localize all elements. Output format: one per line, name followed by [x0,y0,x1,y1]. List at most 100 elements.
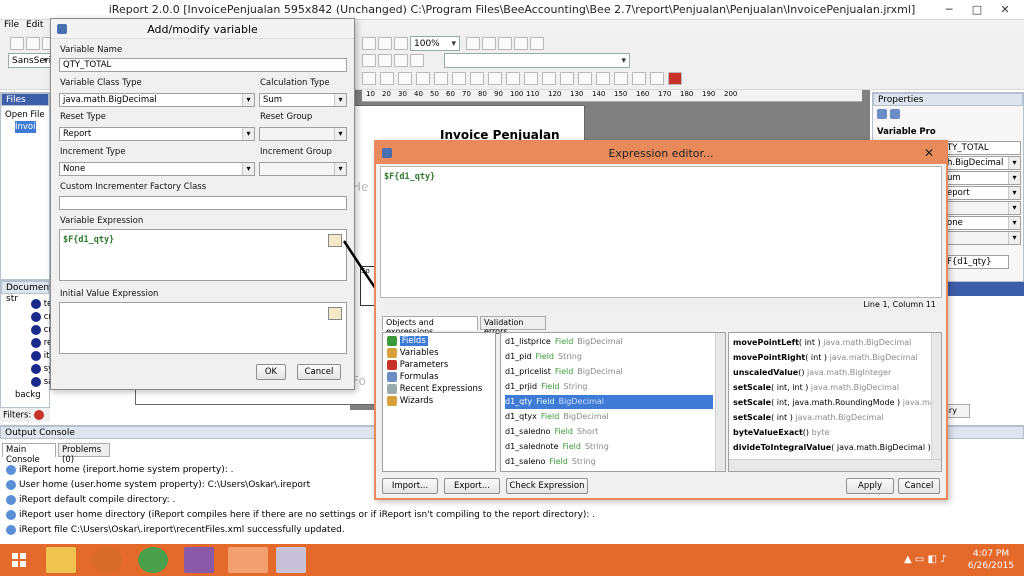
minimize-icon[interactable]: ─ [936,2,962,17]
method-row[interactable]: setScale( int ) java.math.BigDecimal [733,410,884,425]
field-row[interactable]: d1_listprice Field BigDecimal [505,335,713,349]
property-reset-value[interactable]: eport [943,186,1021,200]
align-icon[interactable] [488,72,502,85]
ok-button[interactable]: OK [256,364,286,380]
files-invoice-item[interactable]: Invoi [15,121,36,133]
align-icon[interactable] [380,72,394,85]
reset-group-select[interactable] [259,127,347,141]
field-list-scrollbar[interactable] [715,333,725,471]
run-icon[interactable] [514,37,528,50]
field-row[interactable]: d1_qtyx Field BigDecimal [505,410,713,424]
align-icon[interactable] [434,72,448,85]
field-row[interactable]: d1_pid Field String [505,350,713,364]
grid-icon[interactable] [362,37,376,50]
app-icon[interactable] [184,547,214,573]
cancel-button[interactable]: Cancel [297,364,341,380]
field-row[interactable]: d1_salednote Field String [505,440,713,454]
filter-icon[interactable] [34,410,45,420]
method-row[interactable]: unscaledValue() java.math.BigInteger [733,365,891,380]
ireport-taskbar-icon[interactable] [228,547,268,573]
check-expression-button[interactable]: Check Expression [506,478,588,494]
export-button[interactable]: Export... [444,478,500,494]
category-fields[interactable]: Fields [387,335,428,347]
align-icon[interactable] [452,72,466,85]
field-row[interactable]: d1_prjid Field String [505,380,713,394]
method-list-scrollbar[interactable] [931,333,941,459]
method-row[interactable]: byteValueExact() byte [733,425,829,440]
increment-type-select[interactable]: None [59,162,255,176]
menu-file[interactable]: File [4,20,19,30]
align-icon[interactable] [632,72,646,85]
maximize-icon[interactable]: □ [964,2,990,17]
align-icon[interactable] [650,72,664,85]
tab-main-console[interactable]: Main Console [2,443,56,465]
close-icon[interactable]: ✕ [992,2,1018,17]
paint-icon[interactable] [276,547,306,573]
tab-problems[interactable]: Problems (0) [58,443,110,465]
category-wizards[interactable]: Wizards [387,395,433,407]
align-icon[interactable] [578,72,592,85]
method-list-hscrollbar[interactable] [729,459,941,471]
method-row[interactable]: setScale( int, java.math.RoundingMode ) … [733,395,941,410]
initial-value-area[interactable] [59,302,347,354]
method-row[interactable]: movePointRight( int ) java.math.BigDecim… [733,350,918,365]
structure-item[interactable]: cr [31,311,52,323]
method-row[interactable]: movePointLeft( int ) java.math.BigDecima… [733,335,911,350]
firefox-icon[interactable] [92,547,122,573]
structure-item-background[interactable]: backg [15,389,41,401]
chrome-icon[interactable] [138,547,168,573]
align-icon[interactable] [398,72,412,85]
property-increment-group[interactable] [943,231,1021,245]
run-db-icon[interactable] [530,37,544,50]
category-formulas[interactable]: Formulas [387,371,439,383]
tab-validation-errors[interactable]: Validation errors [480,316,546,336]
align-icon[interactable] [560,72,574,85]
property-calc-value[interactable]: um [943,171,1021,185]
align-icon[interactable] [524,72,538,85]
tab-objects-expressions[interactable]: Objects and expressions [382,316,478,336]
calc-type-select[interactable]: Sum [259,93,347,107]
cancel-button[interactable]: Cancel [898,478,940,494]
category-icon[interactable] [889,109,900,119]
factory-class-input[interactable] [59,196,347,210]
paste-icon[interactable] [378,37,392,50]
field-row-selected[interactable]: d1_qty Field BigDecimal [505,395,713,409]
zoom-combo[interactable]: 100% [410,36,460,51]
property-increment-value[interactable]: one [943,216,1021,230]
copy-icon[interactable] [394,37,408,50]
category-parameters[interactable]: Parameters [387,359,448,371]
align-icon[interactable] [596,72,610,85]
align-icon[interactable] [542,72,556,85]
method-row[interactable]: setScale( int, int ) java.math.BigDecima… [733,380,899,395]
class-type-select[interactable]: java.math.BigDecimal [59,93,255,107]
variable-expression-area[interactable]: $F{d1_qty} [59,229,347,281]
align-icon[interactable] [362,72,376,85]
open-icon[interactable] [26,37,40,50]
variable-name-input[interactable]: QTY_TOTAL [59,58,347,72]
magnet-icon[interactable] [668,72,682,85]
field-row[interactable]: d1_saledno Field Short [505,425,713,439]
import-button[interactable]: Import... [382,478,438,494]
reset-type-select[interactable]: Report [59,127,255,141]
zoom-out-icon[interactable] [482,37,496,50]
increment-group-select[interactable] [259,162,347,176]
align-icon[interactable] [416,72,430,85]
field-row[interactable]: d1_saleno Field String [505,455,713,469]
compile-icon[interactable] [498,37,512,50]
element-icon[interactable] [410,54,424,67]
file-explorer-icon[interactable] [46,547,76,573]
align-icon[interactable] [470,72,484,85]
close-icon[interactable]: ✕ [912,142,946,164]
element-combo[interactable] [444,53,630,68]
new-icon[interactable] [10,37,24,50]
category-recent[interactable]: Recent Expressions [387,383,482,395]
align-icon[interactable] [614,72,628,85]
expression-text-area[interactable]: $F{d1_qty} [380,166,942,298]
font-family-combo[interactable]: SansSerif [8,53,54,68]
tray-icons[interactable]: ▲ ▭ ◧ ♪ [904,554,947,565]
menu-edit[interactable]: Edit [26,20,43,30]
element-icon[interactable] [378,54,392,67]
windows-start-icon[interactable] [6,547,34,573]
element-icon[interactable] [362,54,376,67]
zoom-in-icon[interactable] [466,37,480,50]
